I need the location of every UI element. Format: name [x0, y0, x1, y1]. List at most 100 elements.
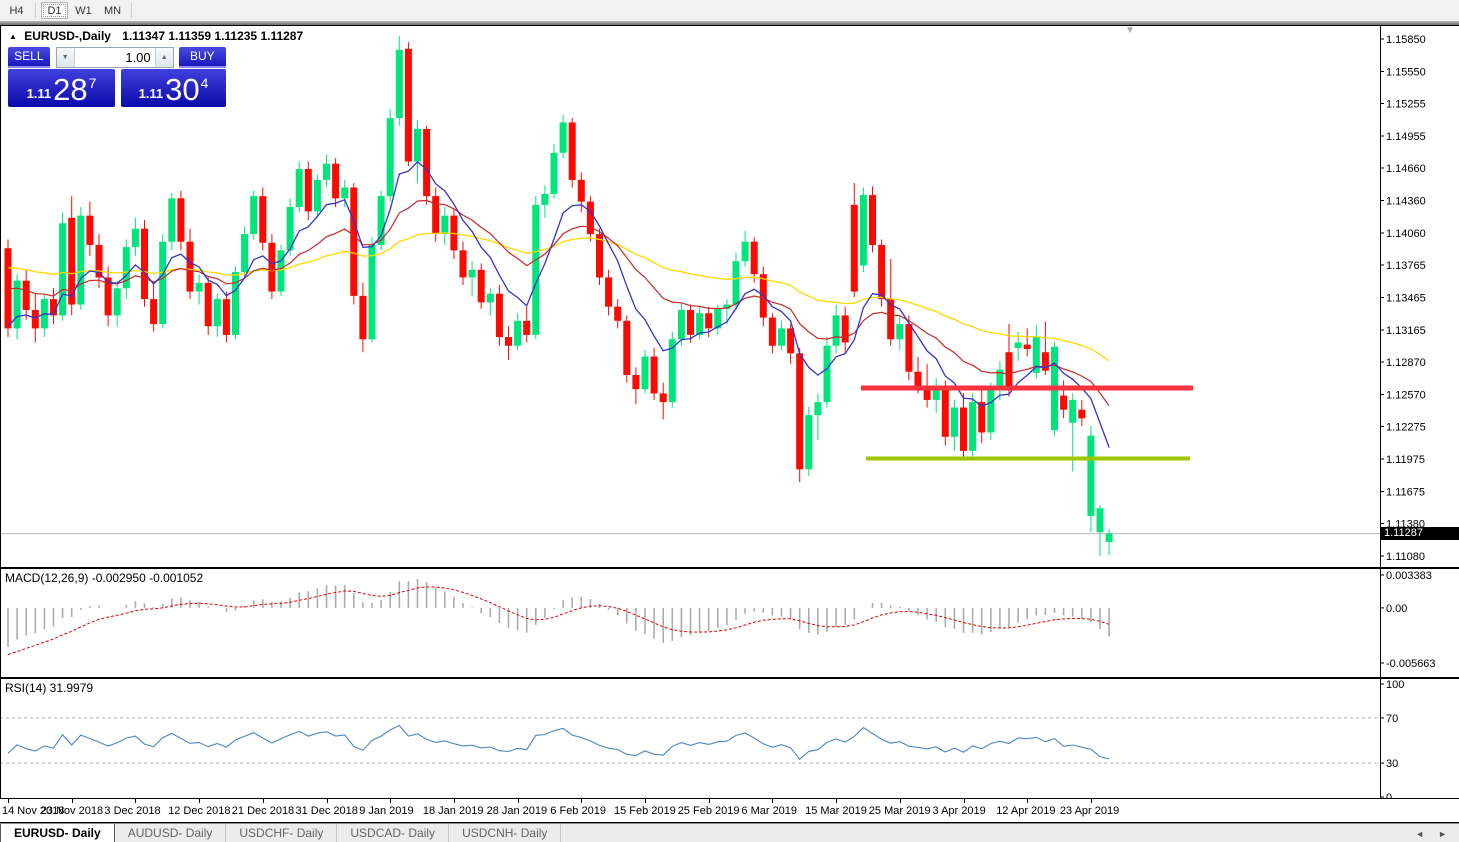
date-tick	[518, 799, 519, 803]
date-label: 21 Dec 2018	[232, 805, 294, 817]
date-label: 15 Mar 2019	[805, 805, 867, 817]
sell-button[interactable]: SELL	[8, 47, 50, 68]
volume-decrease-button[interactable]: ▼	[57, 48, 75, 67]
macd-label: MACD(12,26,9) -0.002950 -0.001052	[5, 571, 203, 585]
buy-price-main: 30	[165, 75, 199, 105]
date-tick	[327, 799, 328, 803]
arrow-down-icon: ▼	[62, 54, 69, 61]
date-label: 3 Apr 2019	[933, 805, 986, 817]
rsi-axis-label: 70	[1386, 713, 1398, 725]
price-axis-label: 1.14360	[1386, 195, 1426, 207]
price-axis-label: 1.11675	[1386, 487, 1425, 499]
date-label: 25 Mar 2019	[869, 805, 931, 817]
price-axis-label: 1.15850	[1386, 34, 1426, 46]
date-label: 28 Jan 2019	[487, 805, 548, 817]
price-axis-label: 1.12570	[1386, 390, 1426, 402]
timeframe-h4-button[interactable]: H4	[3, 2, 30, 19]
mt4-chart-window: H4 D1 W1 MN 1.15850 1.15550 1.15255 1.14955…	[0, 0, 1459, 842]
date-tick	[135, 799, 136, 803]
date-tick	[1027, 799, 1028, 803]
current-price-tag: 1.11287	[1381, 527, 1459, 540]
sell-price-prefix: 1.11	[27, 86, 52, 101]
date-label: 3 Dec 2018	[104, 805, 160, 817]
rsi-label: RSI(14) 31.9979	[5, 681, 93, 695]
timeframe-d1-button[interactable]: D1	[41, 2, 68, 19]
chart-title: ▲ EURUSD-,Daily 1.11347 1.11359 1.11235 …	[9, 29, 303, 43]
price-axis-label: 1.14955	[1386, 131, 1426, 143]
timeframe-mn-button[interactable]: MN	[99, 2, 126, 19]
candlesticks	[5, 36, 1113, 556]
scroll-to-end-marker: ▼	[1125, 26, 1135, 36]
price-axis-label: 1.15550	[1386, 67, 1426, 79]
date-tick	[454, 799, 455, 803]
rsi-line	[8, 726, 1109, 760]
date-label: 15 Feb 2019	[614, 805, 676, 817]
date-label: 23 Apr 2019	[1060, 805, 1119, 817]
timeframe-toolbar: H4 D1 W1 MN	[0, 0, 1459, 21]
sell-price-sup: 7	[89, 75, 97, 91]
date-tick	[263, 799, 264, 803]
price-axis-label: 1.11080	[1386, 551, 1425, 563]
rsi-axis-label: 100	[1386, 679, 1404, 691]
arrow-up-icon: ▲	[161, 54, 168, 61]
date-label: 25 Feb 2019	[678, 805, 740, 817]
date-axis[interactable]: 14 Nov 201823 Nov 20183 Dec 201812 Dec 2…	[0, 799, 1459, 823]
date-tick	[964, 799, 965, 803]
date-tick	[900, 799, 901, 803]
buy-price-button[interactable]: 1.11304	[121, 69, 226, 107]
timeframe-w1-button[interactable]: W1	[70, 2, 97, 19]
chart-title-ohlc: 1.11347 1.11359 1.11235 1.11287	[122, 29, 303, 43]
date-label: 6 Feb 2019	[550, 805, 606, 817]
rsi-axis-label: 0	[1386, 792, 1392, 799]
date-tick	[836, 799, 837, 803]
price-axis-label: 1.13465	[1386, 293, 1426, 305]
date-label: 12 Dec 2018	[168, 805, 230, 817]
date-label: 9 Jan 2019	[359, 805, 413, 817]
date-label: 23 Nov 2018	[41, 805, 103, 817]
date-tick	[390, 799, 391, 803]
sell-price-main: 28	[53, 75, 87, 105]
one-click-trading-panel: SELL ▼ ▲ BUY 1.11287 1.11304	[8, 47, 226, 107]
tabs-scroll-left-icon[interactable]: ◄	[1415, 829, 1424, 839]
chart-title-symbol: EURUSD-,Daily	[24, 29, 111, 43]
macd-signal-line	[8, 587, 1109, 655]
price-axis-label: 1.14660	[1386, 163, 1426, 175]
price-axis-label: 1.12870	[1386, 357, 1426, 369]
price-axis-label: 1.14060	[1386, 228, 1426, 240]
date-label: 6 Mar 2019	[741, 805, 797, 817]
price-axis-label: 1.13765	[1386, 260, 1426, 272]
triangle-down-icon: ▼	[1125, 25, 1135, 36]
date-label: 12 Apr 2019	[996, 805, 1055, 817]
sell-price-button[interactable]: 1.11287	[8, 69, 115, 107]
price-axis-label: 1.13165	[1386, 325, 1426, 337]
volume-spinner: ▼ ▲	[56, 47, 174, 68]
date-tick	[645, 799, 646, 803]
macd-panel[interactable]: 0.003383 0.00 -0.005663	[0, 568, 1459, 678]
rsi-panel[interactable]: 100 70 30 0	[0, 678, 1459, 799]
volume-increase-button[interactable]: ▲	[155, 48, 173, 67]
toolbar-separator	[131, 3, 132, 18]
date-tick	[72, 799, 73, 803]
macd-axis-label: -0.005663	[1386, 658, 1436, 670]
buy-price-prefix: 1.11	[139, 86, 164, 101]
chart-tab-eurusd[interactable]: EURUSD- Daily	[0, 824, 115, 842]
rsi-axis-label: 30	[1386, 758, 1398, 770]
volume-input[interactable]	[75, 48, 155, 67]
price-axis-label: 1.15255	[1386, 98, 1426, 110]
date-tick	[199, 799, 200, 803]
date-tick	[8, 799, 9, 803]
date-label: 31 Dec 2018	[296, 805, 358, 817]
buy-button[interactable]: BUY	[179, 47, 226, 68]
chart-tab-audusd[interactable]: AUDUSD- Daily	[115, 824, 227, 842]
macd-axis-label: 0.003383	[1386, 570, 1432, 582]
macd-axis-label: 0.00	[1386, 603, 1407, 615]
tabs-scroll-right-icon[interactable]: ►	[1438, 829, 1447, 839]
collapse-icon: ▲	[9, 32, 17, 41]
date-tick	[709, 799, 710, 803]
chart-tab-usdcnh[interactable]: USDCNH- Daily	[449, 824, 561, 842]
chart-tab-usdcad[interactable]: USDCAD- Daily	[337, 824, 449, 842]
date-tick	[581, 799, 582, 803]
chart-tab-usdchf[interactable]: USDCHF- Daily	[226, 824, 337, 842]
buy-price-sup: 4	[201, 75, 209, 91]
date-tick	[772, 799, 773, 803]
